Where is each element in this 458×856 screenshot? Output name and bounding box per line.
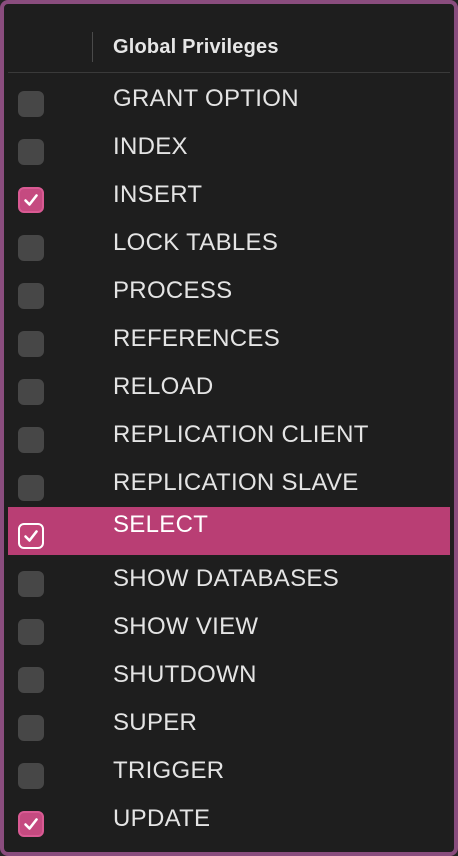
privilege-checkbox-show-databases[interactable]: [18, 571, 44, 597]
privilege-checkbox-process[interactable]: [18, 283, 44, 309]
privilege-row-replication-client[interactable]: REPLICATION CLIENT: [8, 411, 450, 459]
privilege-checkbox-replication-slave[interactable]: [18, 475, 44, 501]
privilege-checkbox-reload[interactable]: [18, 379, 44, 405]
privilege-label: INDEX: [113, 133, 188, 160]
privilege-checkbox-show-view[interactable]: [18, 619, 44, 645]
privilege-label: TRIGGER: [113, 757, 225, 784]
privilege-row-reload[interactable]: RELOAD: [8, 363, 450, 411]
privilege-row-index[interactable]: INDEX: [8, 123, 450, 171]
privilege-label: UPDATE: [113, 805, 211, 832]
privilege-label: SHOW VIEW: [113, 613, 259, 640]
privilege-label: REPLICATION SLAVE: [113, 469, 359, 496]
privilege-row-trigger[interactable]: TRIGGER: [8, 747, 450, 795]
privilege-row-update[interactable]: UPDATE: [8, 795, 450, 843]
privilege-checkbox-index[interactable]: [18, 139, 44, 165]
privilege-checkbox-trigger[interactable]: [18, 763, 44, 789]
privilege-checkbox-update[interactable]: [18, 811, 44, 837]
privilege-label: INSERT: [113, 181, 203, 208]
privilege-row-references[interactable]: REFERENCES: [8, 315, 450, 363]
privilege-label: SELECT: [113, 511, 209, 538]
privilege-row-insert[interactable]: INSERT: [8, 171, 450, 219]
privilege-checkbox-insert[interactable]: [18, 187, 44, 213]
privilege-row-lock-tables[interactable]: LOCK TABLES: [8, 219, 450, 267]
privilege-label: REFERENCES: [113, 325, 281, 352]
privilege-checkbox-super[interactable]: [18, 715, 44, 741]
privilege-row-replication-slave[interactable]: REPLICATION SLAVE: [8, 459, 450, 507]
privilege-checkbox-lock-tables[interactable]: [18, 235, 44, 261]
privilege-row-show-view[interactable]: SHOW VIEW: [8, 603, 450, 651]
privilege-label: SHOW DATABASES: [113, 565, 340, 592]
privilege-label: REPLICATION CLIENT: [113, 421, 369, 448]
privilege-label: SHUTDOWN: [113, 661, 257, 688]
privilege-row-super[interactable]: SUPER: [8, 699, 450, 747]
privilege-row-show-databases[interactable]: SHOW DATABASES: [8, 555, 450, 603]
privilege-label: PROCESS: [113, 277, 233, 304]
privilege-row-process[interactable]: PROCESS: [8, 267, 450, 315]
privilege-row-select[interactable]: SELECT: [8, 507, 450, 555]
privilege-row-grant-option[interactable]: GRANT OPTION: [8, 75, 450, 123]
privilege-row-shutdown[interactable]: SHUTDOWN: [8, 651, 450, 699]
privilege-checkbox-replication-client[interactable]: [18, 427, 44, 453]
privilege-label: SUPER: [113, 709, 198, 736]
privileges-panel: Global Privileges GRANT OPTION INDEX INSER…: [0, 0, 458, 856]
privilege-checkbox-references[interactable]: [18, 331, 44, 357]
privilege-checkbox-grant-option[interactable]: [18, 91, 44, 117]
column-title-global-privileges[interactable]: Global Privileges: [113, 36, 279, 59]
privilege-label: LOCK TABLES: [113, 229, 279, 256]
privileges-list: GRANT OPTION INDEX INSERT LOCK TABLES PROCES…: [8, 75, 450, 843]
privilege-label: GRANT OPTION: [113, 85, 299, 112]
privilege-label: RELOAD: [113, 373, 214, 400]
privilege-checkbox-shutdown[interactable]: [18, 667, 44, 693]
column-divider[interactable]: [92, 32, 93, 62]
privilege-checkbox-select[interactable]: [18, 523, 44, 549]
table-header: Global Privileges: [8, 18, 450, 73]
